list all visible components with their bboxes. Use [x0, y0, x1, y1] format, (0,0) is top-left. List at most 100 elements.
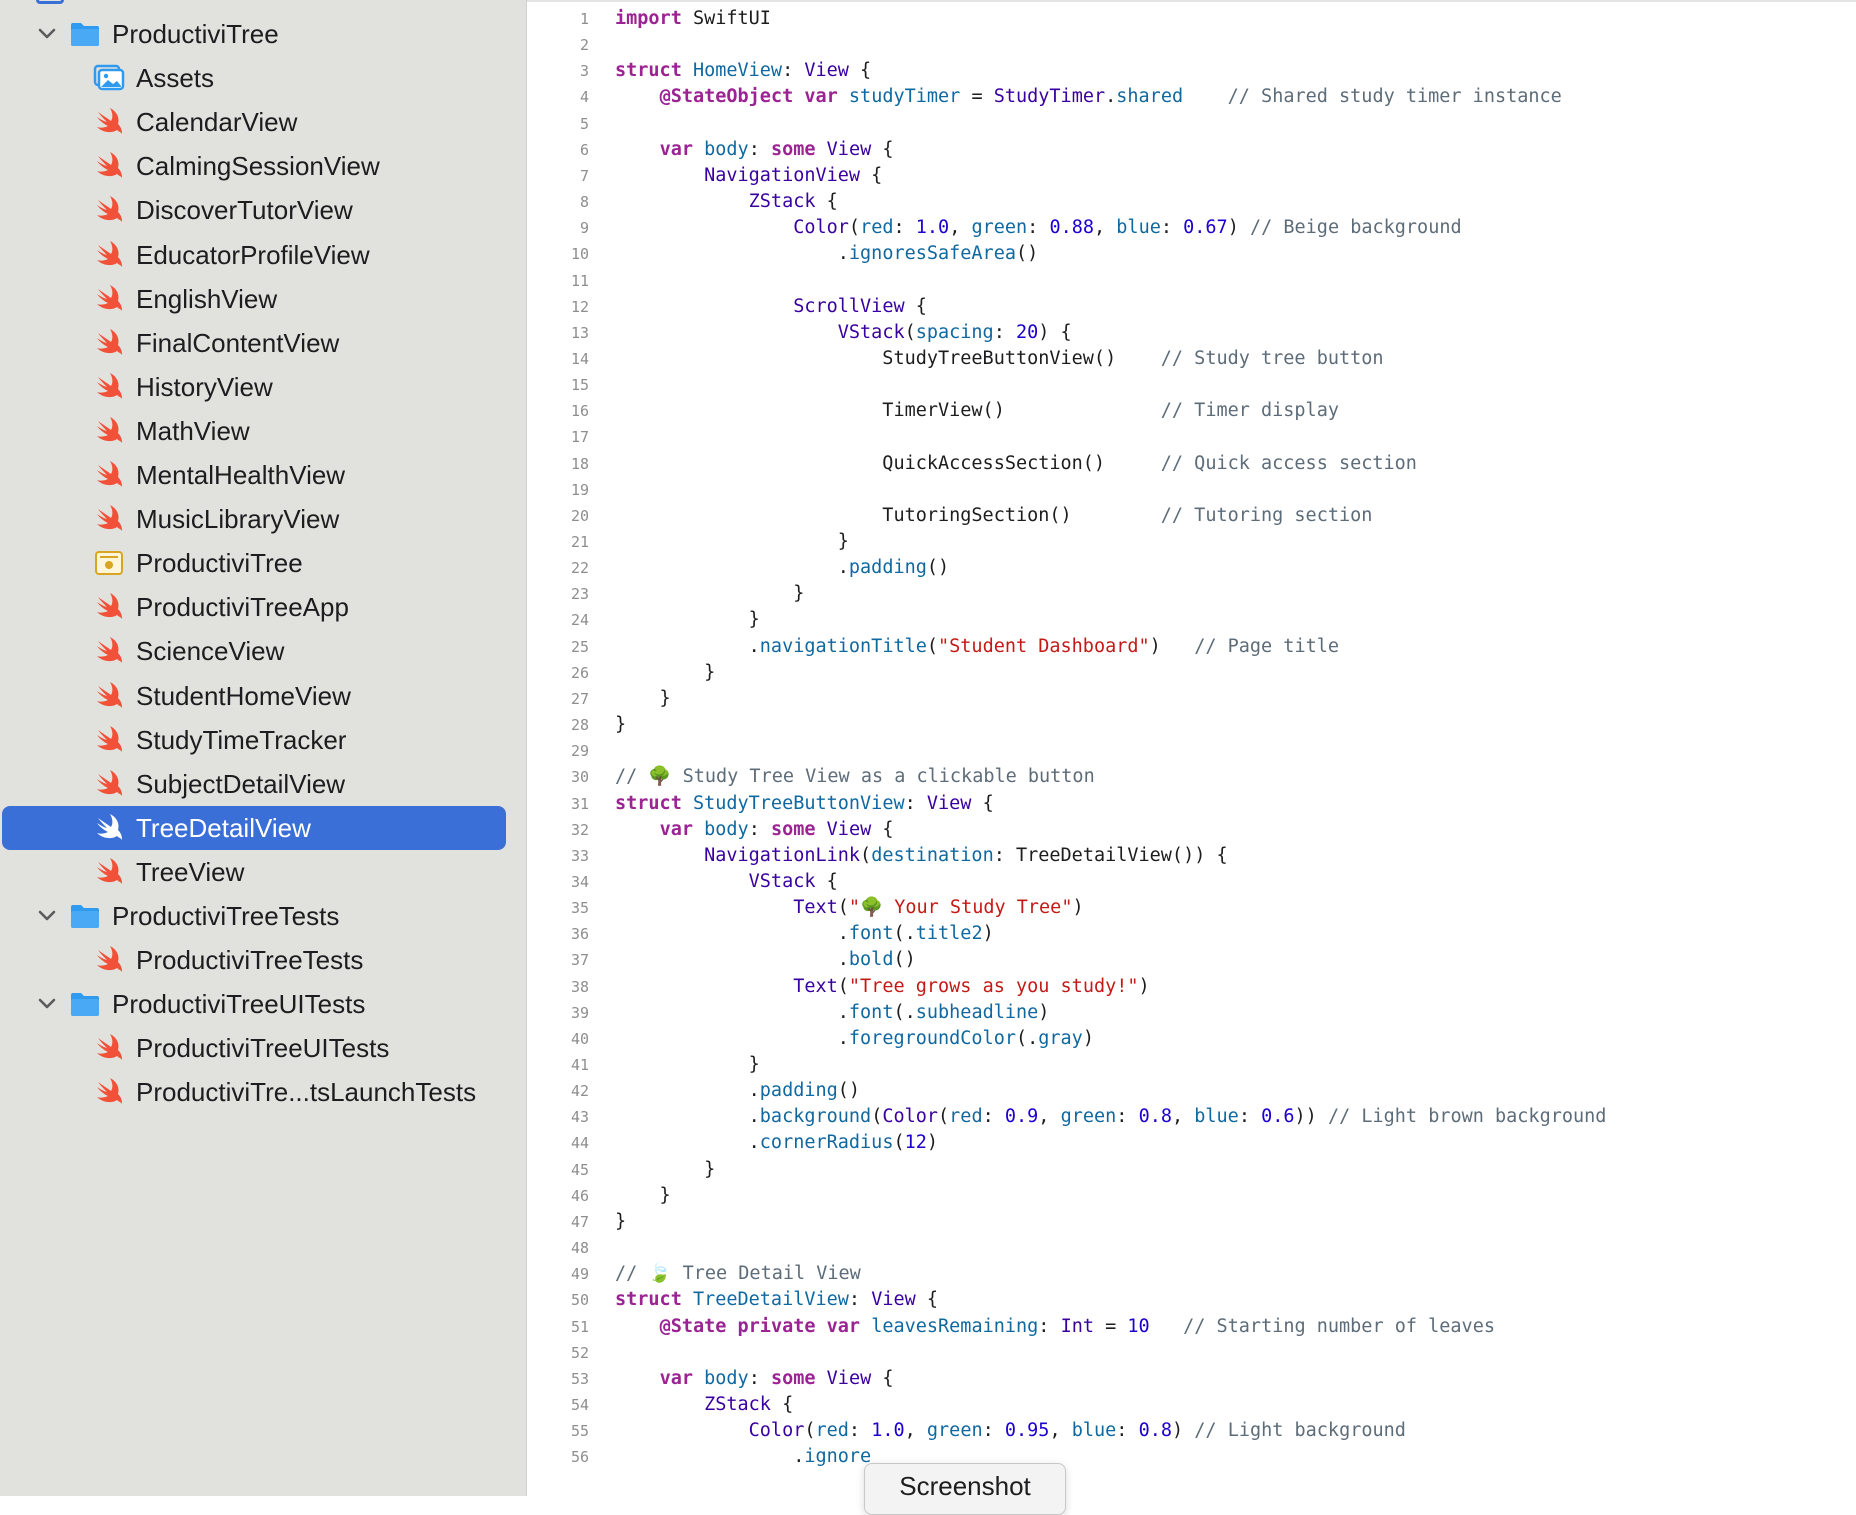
- navigator-file[interactable]: StudentHomeView: [2, 674, 506, 718]
- navigator-item-label: ProductiviTreeTests: [136, 945, 364, 976]
- code-line: 33 NavigationLink(destination: TreeDetai…: [527, 843, 1856, 869]
- navigator-file[interactable]: ScienceView: [2, 629, 506, 673]
- line-number: 21: [570, 533, 589, 551]
- navigator-file[interactable]: ProductiviTreeUITests: [2, 1026, 506, 1070]
- navigator-file[interactable]: MentalHealthView: [2, 453, 506, 497]
- line-number: 16: [570, 402, 589, 421]
- code-token: }: [615, 714, 627, 736]
- navigator-file[interactable]: ProductiviTreeApp: [2, 585, 506, 629]
- code-token: :: [1027, 217, 1050, 239]
- code-token: :: [1116, 1106, 1139, 1128]
- code-line: 25 .navigationTitle("Student Dashboard")…: [527, 634, 1856, 660]
- swift-file-icon: [92, 193, 126, 227]
- navigator-file[interactable]: HistoryView: [2, 365, 506, 409]
- code-text: .navigationTitle("Student Dashboard") //…: [615, 634, 1339, 660]
- code-token: ignoresSafeArea: [848, 243, 1016, 265]
- navigator-file[interactable]: EducatorProfileView: [2, 233, 506, 277]
- code-text: Text("Tree grows as you study!"): [615, 974, 1149, 1000]
- code-token: Text: [793, 897, 838, 919]
- line-number: 12: [570, 297, 589, 316]
- code-token: var: [659, 818, 693, 840]
- code-token: red: [949, 1106, 983, 1128]
- navigator-item-label: ProductiviTreeUITests: [112, 989, 366, 1020]
- navigator-file[interactable]: SubjectDetailView: [2, 762, 506, 806]
- line-number: 39: [570, 1003, 589, 1022]
- disclosure-chevron-icon[interactable]: [36, 905, 58, 927]
- navigator-file[interactable]: FinalContentView: [2, 321, 506, 365]
- navigator-file[interactable]: TreeDetailView: [2, 805, 506, 850]
- code-token: 0.88: [1049, 217, 1095, 239]
- code-line: 36 .font(.title2): [527, 921, 1856, 947]
- line-number: 18: [570, 454, 589, 473]
- code-token: (): [1015, 243, 1039, 265]
- navigator-file[interactable]: Assets: [2, 56, 506, 100]
- code-token: Text: [793, 975, 838, 997]
- navigator-file[interactable]: MusicLibraryView: [2, 497, 506, 541]
- navigator-item-label: ScienceView: [136, 636, 285, 667]
- code-token: TreeDetailView: [692, 1289, 849, 1311]
- disclosure-chevron-icon[interactable]: [36, 23, 58, 45]
- navigator-item-label: Assets: [136, 63, 215, 94]
- code-token: }: [615, 661, 716, 683]
- code-line: 42 .padding(): [527, 1078, 1856, 1104]
- navigator-file[interactable]: CalendarView: [2, 100, 506, 144]
- code-line: 17: [527, 424, 1856, 450]
- code-line: 18 QuickAccessSection() // Quick access …: [527, 451, 1856, 477]
- code-token: :: [982, 1420, 1005, 1442]
- code-line: 6 var body: some View {: [527, 137, 1856, 163]
- code-line: 37 .bold(): [527, 947, 1856, 973]
- navigator-item-label: FinalContentView: [136, 327, 340, 358]
- disclosure-chevron-icon[interactable]: [36, 993, 58, 1015]
- navigator-group[interactable]: ProductiviTreeUITests: [2, 982, 506, 1026]
- line-number: 3: [579, 62, 589, 81]
- navigator-file[interactable]: CalmingSessionView: [2, 144, 506, 188]
- code-token: ZStack: [748, 191, 816, 213]
- code-token: View: [926, 792, 972, 814]
- code-token: ,: [1038, 1106, 1061, 1128]
- navigator-file[interactable]: TreeView: [2, 850, 506, 894]
- code-token: TutoringSection(): [615, 504, 1161, 526]
- code-token: (: [938, 1106, 950, 1128]
- code-line: 8 ZStack {: [527, 189, 1856, 215]
- navigator-item-label: ProductiviTree: [136, 548, 303, 579]
- navigator-file[interactable]: EnglishView: [2, 277, 506, 321]
- navigator-file[interactable]: ProductiviTreeTests: [2, 938, 506, 982]
- code-token: (: [893, 1132, 905, 1154]
- navigator-file[interactable]: StudyTimeTracker: [2, 718, 506, 762]
- code-text: ScrollView {: [615, 294, 927, 320]
- navigator-file[interactable]: DiscoverTutorView: [2, 188, 506, 232]
- code-token: 0.8: [1138, 1106, 1172, 1128]
- code-editor[interactable]: 1 import SwiftUI 2 3 struct HomeView: View {…: [527, 0, 1856, 1496]
- navigator-item-label: StudentHomeView: [136, 680, 351, 711]
- navigator-file[interactable]: ProductiviTre...tsLaunchTests: [2, 1070, 506, 1114]
- line-number: 49: [570, 1265, 589, 1284]
- navigator-item-label: MusicLibraryView: [136, 504, 340, 535]
- code-token: bold: [848, 949, 894, 971]
- code-token: "Student Dashboard": [938, 635, 1150, 657]
- line-number: 36: [570, 925, 589, 944]
- swift-file-icon: [92, 943, 126, 977]
- project-icon: [36, 0, 64, 4]
- code-token: 🍃: [648, 1263, 672, 1285]
- code-text: Text("🌳 Your Study Tree"): [615, 895, 1083, 921]
- navigator-file[interactable]: MathView: [2, 409, 506, 453]
- swift-file-icon: [92, 458, 126, 492]
- code-line: 55 Color(red: 1.0, green: 0.95, blue: 0.…: [527, 1418, 1856, 1444]
- folder-icon: [68, 17, 102, 51]
- code-token: @State: [659, 1315, 727, 1337]
- code-token: Tree Detail View: [671, 1263, 861, 1285]
- navigator-group[interactable]: ProductiviTree: [2, 12, 506, 56]
- navigator-file[interactable]: ProductiviTree: [2, 541, 506, 585]
- navigator-group[interactable]: ProductiviTreeTests: [2, 894, 506, 938]
- code-text: NavigationView {: [615, 163, 882, 189]
- code-token: ) {: [1038, 321, 1072, 343]
- code-line: 30 // 🌳 Study Tree View as a clickable bu…: [527, 764, 1856, 790]
- code-token: (): [926, 557, 950, 579]
